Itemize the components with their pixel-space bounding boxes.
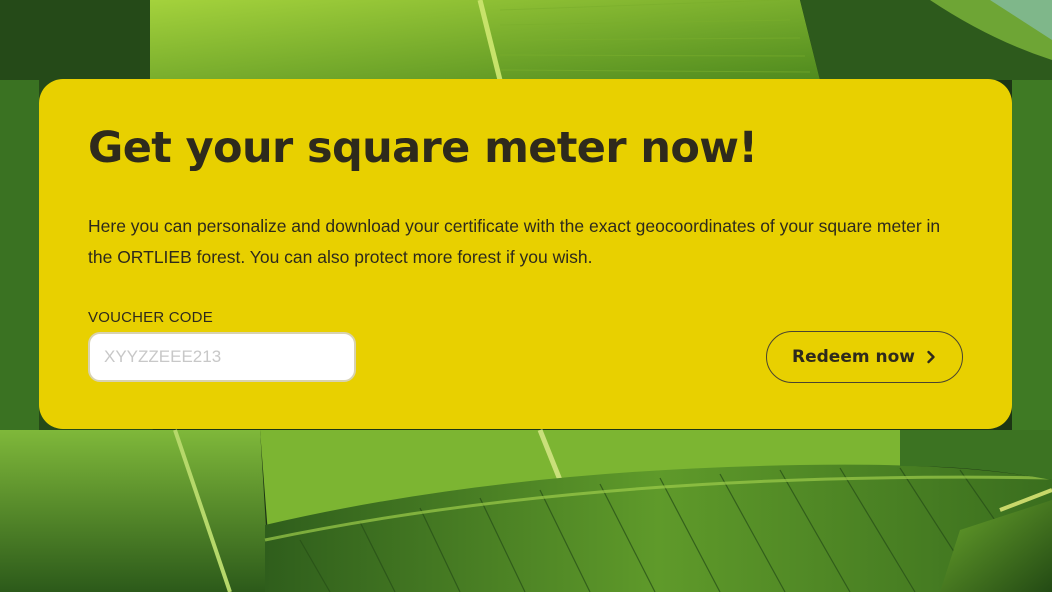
redeem-now-button[interactable]: Redeem now xyxy=(766,331,963,383)
page-title: Get your square meter now! xyxy=(88,123,758,173)
redeem-now-label: Redeem now xyxy=(792,347,915,367)
voucher-card: Get your square meter now! Here you can … xyxy=(39,79,1012,429)
voucher-code-label: VOUCHER CODE xyxy=(88,309,213,326)
chevron-right-icon xyxy=(925,350,937,364)
card-description: Here you can personalize and download yo… xyxy=(88,216,941,267)
voucher-code-input[interactable] xyxy=(88,332,356,382)
